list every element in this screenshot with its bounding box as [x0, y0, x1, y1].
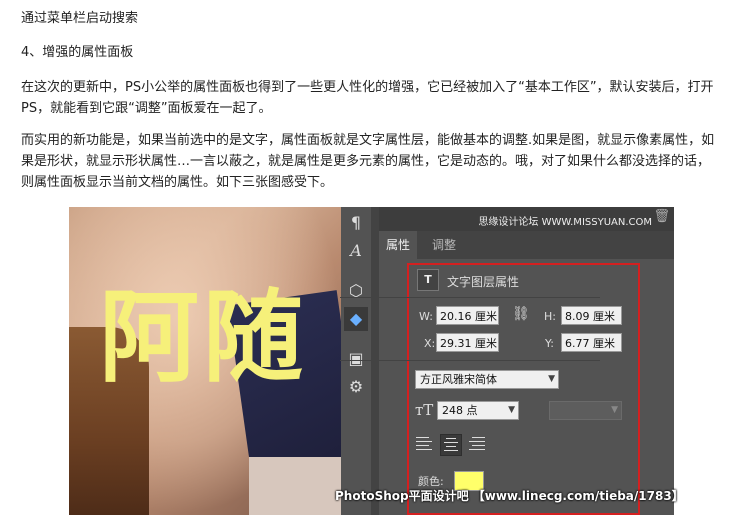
paragraph-4: 而实用的新功能是，如果当前选中的是文字，属性面板就是文字属性层，能做基本的调整.… — [21, 133, 715, 190]
font-size-select[interactable]: 248 点 ▼ — [437, 401, 519, 420]
height-label: H: — [544, 310, 556, 323]
tab-properties[interactable]: 属性 — [379, 231, 418, 259]
trash-icon[interactable]: 🗑 — [653, 209, 670, 224]
tab-adjustments[interactable]: 调整 — [425, 231, 463, 259]
character-icon[interactable]: A — [344, 239, 368, 263]
x-label: X: — [424, 337, 436, 350]
y-field[interactable]: 6.77 厘米 — [561, 333, 622, 352]
paragraph-3: 在这次的更新中，PS小公举的属性面板也得到了一些更人性化的增强，它已经被加入了“… — [21, 80, 714, 116]
3d-cube-icon[interactable]: ⬡ — [344, 279, 368, 303]
x-field[interactable]: 29.31 厘米 — [436, 333, 499, 352]
align-left-button[interactable] — [413, 434, 435, 456]
height-field[interactable]: 8.09 厘米 — [561, 306, 622, 325]
font-family-select[interactable]: 方正风雅宋简体 ▼ — [415, 370, 559, 389]
chevron-down-icon: ▼ — [548, 374, 555, 384]
paragraph-icon[interactable]: ¶ — [344, 211, 368, 235]
align-center-button[interactable] — [440, 434, 462, 456]
watermark: 思缘设计论坛 WWW.MISSYUAN.COM — [478, 217, 652, 228]
leading-select[interactable]: ▼ — [549, 401, 622, 420]
footer-watermark: PhotoShop平面设计吧 【www.linecg.com/tieba/178… — [335, 489, 684, 503]
properties-cube-icon[interactable]: ◆ — [344, 307, 368, 331]
section-heading: 4、增强的属性面板 — [21, 45, 134, 60]
chevron-down-icon: ▼ — [508, 405, 515, 415]
width-label: W: — [419, 310, 433, 323]
panel-tabs: 属性 调整 — [379, 231, 674, 259]
section-title: 文字图层属性 — [447, 275, 520, 289]
font-size-icon: ᴛT — [415, 401, 434, 419]
canvas-photo: 阿随 — [69, 207, 341, 515]
y-label: Y: — [545, 337, 554, 350]
canvas-text-layer[interactable]: 阿随 — [99, 277, 307, 397]
text-layer-icon: T — [417, 269, 439, 291]
gear-icon[interactable]: ⚙ — [344, 375, 368, 399]
image-icon[interactable]: ▣ — [344, 347, 368, 371]
align-right-button[interactable] — [466, 434, 488, 456]
paragraph-1: 通过菜单栏启动搜索 — [21, 11, 139, 26]
width-field[interactable]: 20.16 厘米 — [436, 306, 499, 325]
panel-toolbar: ¶ A ⬡ ◆ ▣ ⚙ — [341, 207, 371, 515]
chevron-down-icon: ▼ — [611, 405, 618, 415]
link-icon[interactable]: ⛓ — [512, 306, 530, 322]
